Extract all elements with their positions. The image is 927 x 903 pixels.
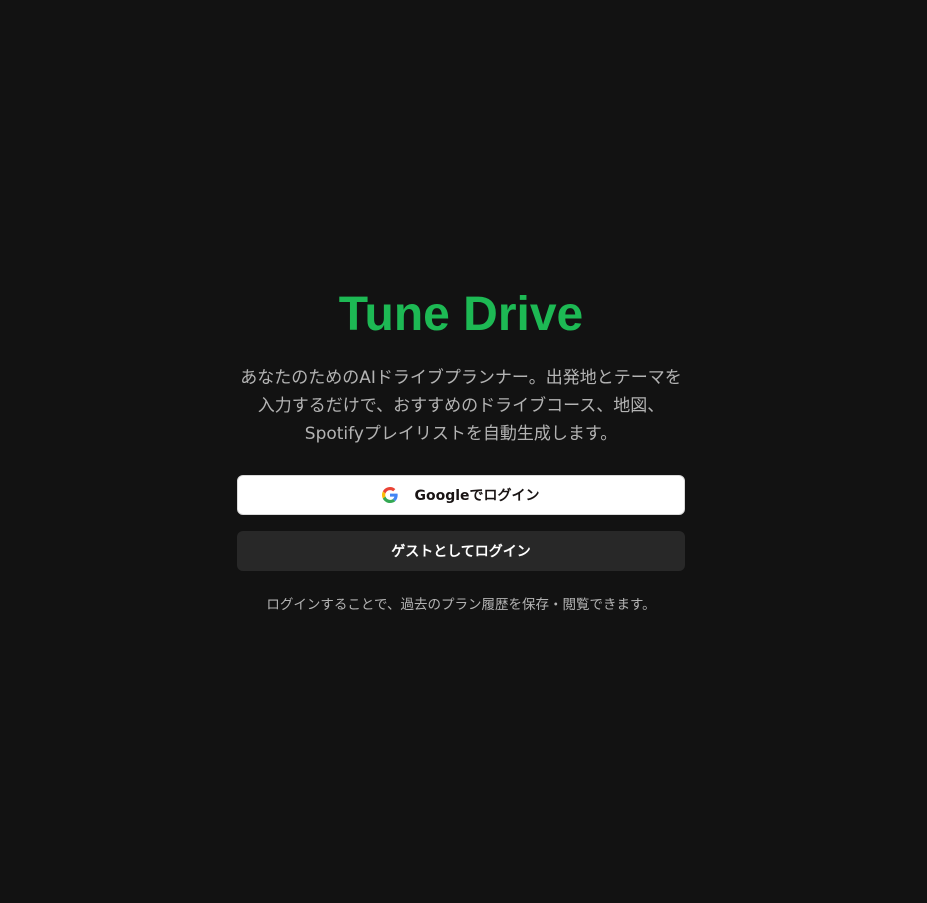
google-login-label: Googleでログイン — [414, 488, 540, 504]
google-g-icon — [382, 487, 399, 503]
guest-login-button[interactable]: ゲストとしてログイン — [237, 531, 685, 571]
app-title: Tune Drive — [338, 288, 584, 341]
app-description: あなたのためのAIドライブプランナー。出発地とテーマを入力するだけで、おすすめの… — [240, 368, 682, 444]
google-login-button[interactable]: Googleでログイン — [237, 475, 685, 515]
login-note: ログインすることで、過去のプラン履歴を保存・閲覧できます。 — [266, 597, 656, 613]
login-page: Tune Drive あなたのためのAIドライブプランナー。出発地とテーマを入力… — [0, 0, 927, 903]
guest-login-label: ゲストとしてログイン — [391, 544, 531, 560]
login-card: Tune Drive あなたのためのAIドライブプランナー。出発地とテーマを入力… — [237, 288, 685, 614]
